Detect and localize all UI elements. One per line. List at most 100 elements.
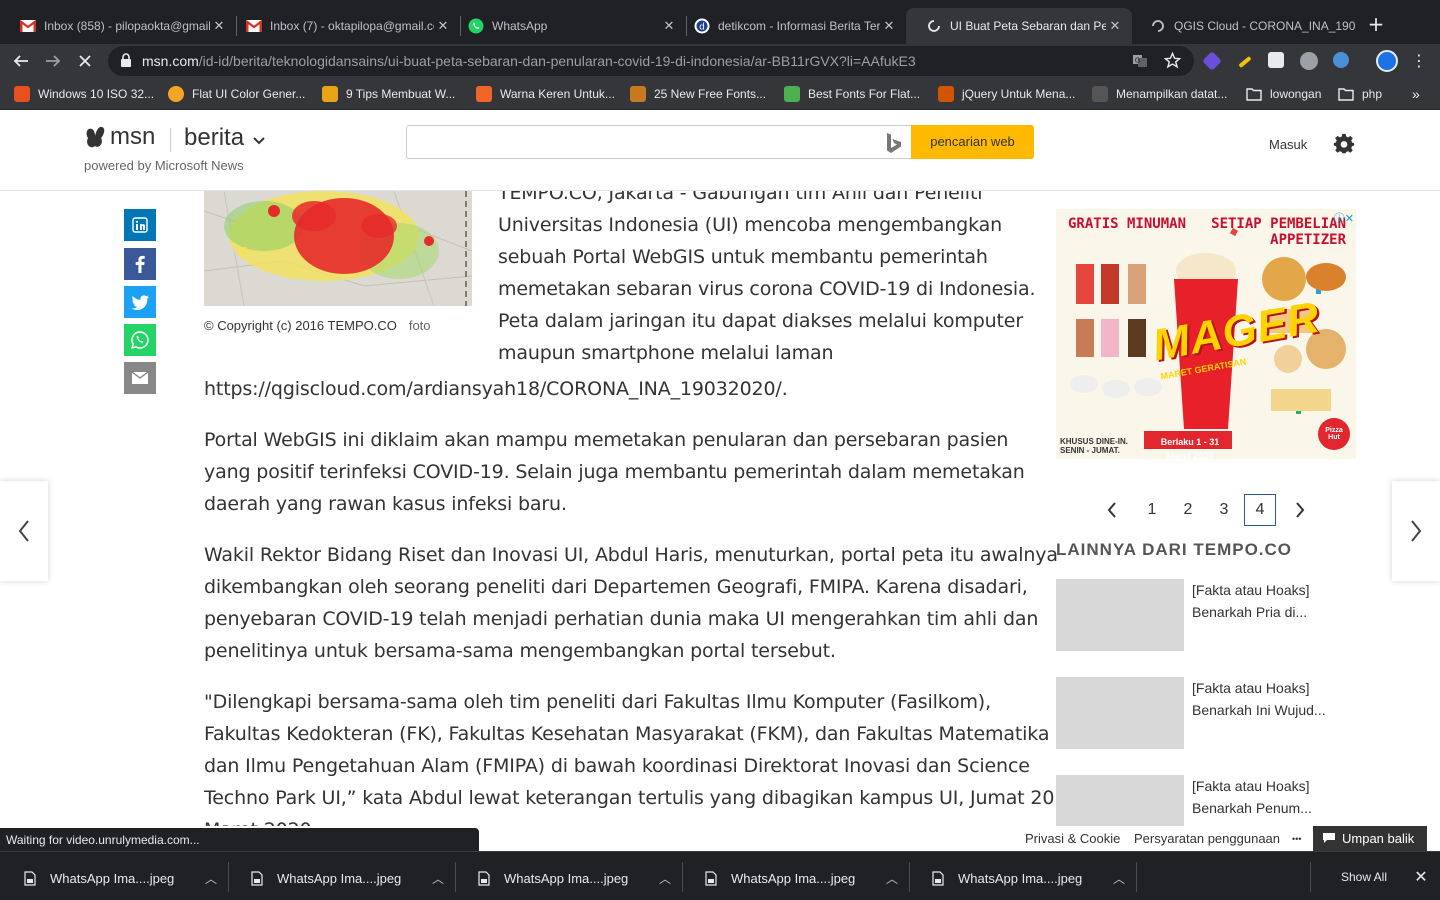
extension-note-icon[interactable] [1268, 52, 1284, 68]
previous-article-button[interactable] [0, 481, 48, 581]
feedback-label: Umpan balik [1342, 831, 1415, 846]
detik-icon: d [694, 18, 710, 34]
bing-icon [887, 133, 901, 153]
lock-icon [121, 53, 131, 67]
twitter-icon[interactable] [124, 286, 156, 318]
article-line: Wakil Rektor Bidang Riset dan Inovasi UI… [204, 544, 1058, 566]
msn-logo[interactable]: msn [84, 123, 155, 151]
translate-icon[interactable]: G [1132, 53, 1148, 69]
address-bar[interactable]: msn.com/id-id/berita/teknologidansains/u… [108, 46, 1194, 76]
related-link[interactable]: [Fakta atau Hoaks] Benarkah Penum... [1192, 775, 1362, 819]
page-3[interactable]: 3 [1208, 494, 1240, 526]
linkedin-icon[interactable] [124, 209, 156, 241]
bookmark-item[interactable]: Menampilkan datat... [1092, 85, 1227, 103]
profile-avatar[interactable] [1376, 50, 1398, 72]
search-button[interactable]: pencarian web [911, 125, 1034, 159]
browser-tab-strip: Inbox (858) - pilopaokta@gmail.com ✕ Inb… [0, 0, 1440, 44]
bookmark-folder[interactable]: lowongan [1246, 85, 1321, 103]
download-item[interactable]: WhatsApp Ima....jpeg ︿ [227, 862, 453, 894]
bookmark-item[interactable]: Flat UI Color Gener... [168, 85, 305, 103]
privacy-link[interactable]: Privasi & Cookie [1025, 831, 1120, 846]
chat-icon [1323, 833, 1335, 843]
section-dropdown[interactable]: berita [184, 124, 265, 152]
extension-globe-icon[interactable] [1300, 52, 1318, 70]
bookmark-item[interactable]: Windows 10 ISO 32... [14, 85, 154, 103]
chevron-up-icon[interactable]: ︿ [1104, 870, 1134, 887]
folder-icon [1338, 88, 1354, 101]
chevron-up-icon[interactable]: ︿ [196, 870, 226, 887]
bookmark-folder[interactable]: php [1338, 85, 1382, 103]
article-line: dikembangkan oleh seorang peneliti dari … [204, 576, 1028, 598]
download-item[interactable]: WhatsApp Ima....jpeg ︿ [0, 862, 226, 894]
related-line: [Fakta atau Hoaks] [1192, 582, 1310, 598]
tab-close-icon[interactable]: ✕ [1106, 18, 1124, 34]
facebook-icon[interactable] [124, 248, 156, 280]
page-1[interactable]: 1 [1136, 494, 1168, 526]
extension-plane-icon[interactable] [1333, 52, 1349, 68]
related-thumbnail[interactable] [1056, 775, 1184, 826]
chevron-right-icon[interactable] [1284, 494, 1316, 526]
chevron-up-icon[interactable]: ︿ [423, 870, 453, 887]
bookmark-item[interactable]: 9 Tips Membuat W... [322, 85, 455, 103]
gmail-icon [246, 18, 262, 34]
bookmarks-overflow-button[interactable]: » [1412, 85, 1420, 103]
search-input[interactable]: pencarian web [406, 125, 1034, 159]
download-item[interactable]: WhatsApp Ima....jpeg ︿ [454, 862, 680, 894]
chevron-up-icon[interactable]: ︿ [650, 870, 680, 887]
stop-loading-icon[interactable] [72, 48, 98, 74]
chevron-up-icon[interactable]: ︿ [877, 870, 907, 887]
article-line: maupun smartphone melalui laman [498, 342, 834, 364]
download-item[interactable]: WhatsApp Ima....jpeg ︿ [908, 862, 1134, 894]
ad-headline-right: SETIAP PEMBELIAN APPETIZER [1211, 216, 1346, 248]
download-item[interactable]: WhatsApp Ima....jpeg ︿ [681, 862, 907, 894]
menu-kebab-icon[interactable]: ⋮ [1406, 48, 1432, 74]
extension-icon[interactable] [1202, 51, 1222, 71]
related-link[interactable]: [Fakta atau Hoaks] Benarkah Pria di... [1192, 579, 1362, 623]
show-all-downloads-button[interactable]: Show All [1325, 862, 1403, 892]
tab-msn-article[interactable]: UI Buat Peta Sebaran dan Penularan ✕ [906, 8, 1132, 44]
bookmark-favicon-icon [168, 86, 184, 102]
article-line: Peta dalam jaringan itu dapat diakses me… [498, 310, 1024, 332]
tab-qgis-cloud[interactable]: QGIS Cloud - CORONA_INA_19032020 [1130, 8, 1356, 44]
page-2[interactable]: 2 [1172, 494, 1204, 526]
forward-arrow-icon[interactable] [40, 48, 66, 74]
bookmark-item[interactable]: 25 New Free Fonts... [630, 85, 766, 103]
extension-pen-icon[interactable] [1238, 55, 1252, 69]
status-bubble: Waiting for video.unrulymedia.com... [0, 828, 479, 852]
whatsapp-icon[interactable] [124, 324, 156, 356]
advertisement-banner[interactable]: GRATIS MINUMAN SETIAP PEMBELIAN APPETIZE… [1056, 209, 1356, 459]
bookmark-item[interactable]: jQuery Untuk Mena... [938, 85, 1075, 103]
back-arrow-icon[interactable] [8, 48, 34, 74]
related-thumbnail[interactable] [1056, 579, 1184, 651]
tab-whatsapp[interactable]: WhatsApp ✕ [448, 8, 686, 44]
gear-icon[interactable] [1333, 133, 1355, 155]
file-icon [251, 870, 263, 886]
article-map-image[interactable] [204, 191, 472, 306]
tab-detikcom[interactable]: d detikcom - Informasi Berita Terkini ✕ [674, 8, 906, 44]
email-icon[interactable] [124, 362, 156, 394]
terms-link[interactable]: Persyaratan penggunaan [1134, 831, 1280, 846]
related-link[interactable]: [Fakta atau Hoaks] Benarkah Ini Wujud... [1192, 677, 1362, 721]
blogger-icon [14, 86, 30, 102]
bookmark-favicon-icon [784, 86, 800, 102]
tab-close-icon[interactable]: ✕ [880, 18, 898, 34]
bookmark-item[interactable]: Best Fonts For Flat... [784, 85, 920, 103]
article-link[interactable]: https://qgiscloud.com/ardiansyah18/CORON… [204, 378, 788, 400]
tab-label: detikcom - Informasi Berita Terkini [718, 19, 880, 33]
more-options-button[interactable]: ••• [1292, 834, 1301, 844]
page-4-current[interactable]: 4 [1244, 494, 1276, 526]
feedback-button[interactable]: Umpan balik [1313, 826, 1427, 851]
related-thumbnail[interactable] [1056, 677, 1184, 749]
chevron-left-icon[interactable] [1096, 494, 1128, 526]
tab-gmail-1[interactable]: Inbox (858) - pilopaokta@gmail.com ✕ [0, 8, 236, 44]
bookmark-star-icon[interactable] [1164, 52, 1181, 69]
new-tab-button[interactable]: + [1366, 12, 1386, 36]
tab-gmail-2[interactable]: Inbox (7) - oktapilopa@gmail.com ✕ [226, 8, 460, 44]
close-downloads-icon[interactable]: ✕ [1410, 866, 1432, 888]
signin-link[interactable]: Masuk [1269, 137, 1307, 152]
bookmark-item[interactable]: Warna Keren Untuk... [476, 85, 615, 103]
article-line: daerah yang rawan kasus infeksi baru. [204, 493, 567, 515]
adchoices-icon[interactable]: ⓘ✕ [1334, 210, 1354, 226]
related-line: [Fakta atau Hoaks] [1192, 680, 1310, 696]
next-article-button[interactable] [1392, 481, 1440, 581]
